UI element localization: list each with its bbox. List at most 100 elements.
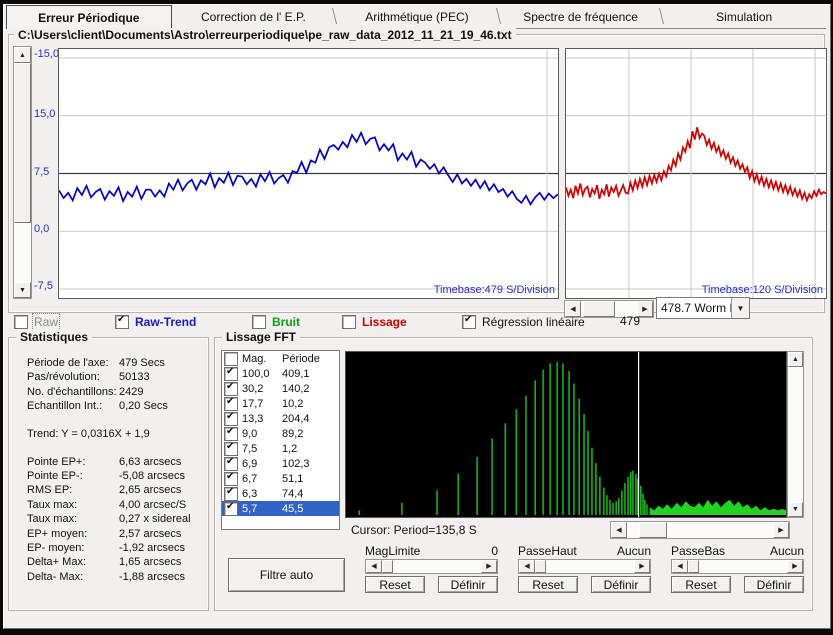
- scrollbar-thumb[interactable]: [14, 63, 31, 223]
- tab[interactable]: Spectre de fréquence: [499, 5, 663, 28]
- tab[interactable]: Correction de l' E.P.: [172, 5, 336, 28]
- component-checkbox[interactable]: [224, 396, 238, 411]
- checkbox-icon[interactable]: [14, 315, 28, 329]
- spectrum-vscrollbar[interactable]: ▲ ▼: [787, 351, 804, 518]
- fft-component-row[interactable]: 9,0 89,2: [222, 426, 339, 441]
- checkbox-icon[interactable]: [115, 314, 129, 329]
- left-chart-vscrollbar[interactable]: ▲ ▼: [13, 46, 32, 299]
- scroll-right-icon[interactable]: ▶: [634, 560, 650, 573]
- stat-value: 4,00 arcsec/S: [119, 498, 187, 511]
- toggle-checkbox[interactable]: Bruit: [252, 314, 300, 330]
- scrollbar-track[interactable]: [688, 560, 787, 573]
- component-checkbox[interactable]: [224, 486, 238, 501]
- filter-name-label: PasseHaut: [518, 544, 577, 558]
- component-checkbox[interactable]: [224, 411, 238, 426]
- scrollbar-thumb[interactable]: [639, 522, 667, 538]
- component-checkbox[interactable]: [224, 426, 238, 441]
- scroll-up-icon[interactable]: ▲: [14, 47, 31, 63]
- scroll-up-icon[interactable]: ▲: [788, 352, 803, 367]
- scrollbar-track[interactable]: [535, 560, 634, 573]
- filter-group: MagLimite 0 ◀ ▶ Reset Définir: [365, 544, 498, 598]
- scrollbar-thumb[interactable]: [382, 560, 393, 573]
- define-button[interactable]: Définir: [591, 576, 651, 593]
- y-tick-label: 15,0: [34, 108, 56, 120]
- component-checkbox[interactable]: [224, 456, 238, 471]
- tab[interactable]: Arithmétique (PEC): [335, 5, 499, 28]
- stat-label: Pointe EP+:: [27, 455, 86, 468]
- fft-component-row[interactable]: 13,3 204,4: [222, 411, 339, 426]
- toggle-checkbox[interactable]: Régression linéaire: [462, 314, 585, 330]
- filter-slider[interactable]: ◀ ▶: [671, 559, 804, 574]
- worm-period-chart[interactable]: Timebase:120 S/Division: [565, 48, 827, 299]
- scrollbar-track[interactable]: [14, 63, 31, 282]
- reset-button[interactable]: Reset: [518, 576, 578, 593]
- reset-button[interactable]: Reset: [671, 576, 731, 593]
- spectrum-hscrollbar[interactable]: ◀ ▶: [610, 521, 790, 539]
- component-magnitude: 5,7: [242, 502, 258, 515]
- scrollbar-track[interactable]: [382, 560, 481, 573]
- checkbox-icon[interactable]: [252, 315, 266, 329]
- select-all-checkbox[interactable]: [224, 351, 238, 366]
- slider-scrollbar[interactable]: ◀ ▶: [365, 559, 498, 574]
- stat-label: Delta+ Max:: [27, 556, 86, 569]
- scroll-right-icon[interactable]: ▶: [481, 560, 497, 573]
- component-period: 74,4: [282, 487, 304, 500]
- component-checkbox[interactable]: [224, 366, 238, 381]
- scroll-left-icon[interactable]: ◀: [519, 560, 535, 573]
- fft-spectrum-display[interactable]: [345, 351, 787, 518]
- toggle-checkbox[interactable]: Raw: [14, 313, 61, 331]
- slider-scrollbar[interactable]: ◀ ▶: [518, 559, 651, 574]
- checkbox-icon[interactable]: [342, 315, 356, 329]
- scroll-left-icon[interactable]: ◀: [366, 560, 382, 573]
- define-button[interactable]: Définir: [438, 576, 498, 593]
- component-checkbox[interactable]: [224, 381, 238, 396]
- component-magnitude: 6,7: [242, 472, 258, 485]
- tab[interactable]: Erreur Périodique: [6, 5, 172, 29]
- define-button[interactable]: Définir: [744, 576, 804, 593]
- trend-equation: Trend: Y = 0,0316X + 1,9: [27, 427, 150, 440]
- scrollbar-track[interactable]: [627, 522, 773, 538]
- filter-slider[interactable]: ◀ ▶: [518, 559, 651, 574]
- component-period: 1,2: [282, 442, 298, 455]
- fft-component-row[interactable]: 100,0 409,1: [222, 366, 339, 381]
- application-window: Erreur Périodique Correction de l' E.P. Ar…: [0, 0, 833, 635]
- tab-label: Spectre de fréquence: [523, 9, 638, 24]
- scroll-right-icon[interactable]: ▶: [773, 522, 789, 538]
- fft-component-row[interactable]: 6,3 74,4: [222, 486, 339, 501]
- scrollbar-thumb[interactable]: [688, 560, 699, 573]
- stats-groupbox: Période de l'axe: 479 Secs Pas/révolution:…: [8, 337, 209, 611]
- component-magnitude: 30,2: [242, 382, 264, 395]
- fft-component-list[interactable]: Mag. Période 100,0 409,1 30,2 140,2: [221, 350, 340, 530]
- stat-value: 2429: [119, 385, 144, 398]
- fft-component-row[interactable]: 5,7 45,5: [222, 501, 339, 516]
- auto-filter-button[interactable]: Filtre auto: [228, 558, 345, 592]
- scroll-left-icon[interactable]: ◀: [611, 522, 627, 538]
- toggle-checkbox[interactable]: Lissage: [342, 314, 407, 330]
- component-period: 140,2: [282, 382, 310, 395]
- scroll-left-icon[interactable]: ◀: [672, 560, 688, 573]
- filter-slider[interactable]: ◀ ▶: [365, 559, 498, 574]
- stat-row: Pointe EP+: 6,63 arcsecs: [27, 455, 202, 469]
- stat-row: Pointe EP-: -5,08 arcsecs: [27, 469, 202, 483]
- scroll-down-icon[interactable]: ▼: [788, 502, 803, 517]
- toggle-checkbox[interactable]: Raw-Trend: [115, 314, 196, 330]
- checkbox-icon[interactable]: [462, 314, 476, 329]
- component-checkbox[interactable]: [224, 471, 238, 486]
- fft-component-row[interactable]: 30,2 140,2: [222, 381, 339, 396]
- fft-component-row[interactable]: 6,7 51,1: [222, 471, 339, 486]
- scrollbar-thumb[interactable]: [535, 560, 546, 573]
- slider-scrollbar[interactable]: ◀ ▶: [671, 559, 804, 574]
- scrollbar-track[interactable]: [788, 367, 803, 502]
- scroll-down-icon[interactable]: ▼: [14, 282, 31, 298]
- raw-trend-chart[interactable]: Timebase:479 S/Division: [58, 48, 559, 299]
- scroll-right-icon[interactable]: ▶: [787, 560, 803, 573]
- reset-button[interactable]: Reset: [365, 576, 425, 593]
- fft-component-row[interactable]: 7,5 1,2: [222, 441, 339, 456]
- component-checkbox[interactable]: [224, 441, 238, 456]
- fft-component-row[interactable]: 6,9 102,3: [222, 456, 339, 471]
- fft-component-row[interactable]: 17,7 10,2: [222, 396, 339, 411]
- component-checkbox[interactable]: [224, 501, 238, 516]
- tab[interactable]: Simulation: [662, 5, 826, 28]
- component-magnitude: 9,0: [242, 427, 258, 440]
- stats-body: Période de l'axe: 479 Secs Pas/révolution:…: [27, 356, 202, 584]
